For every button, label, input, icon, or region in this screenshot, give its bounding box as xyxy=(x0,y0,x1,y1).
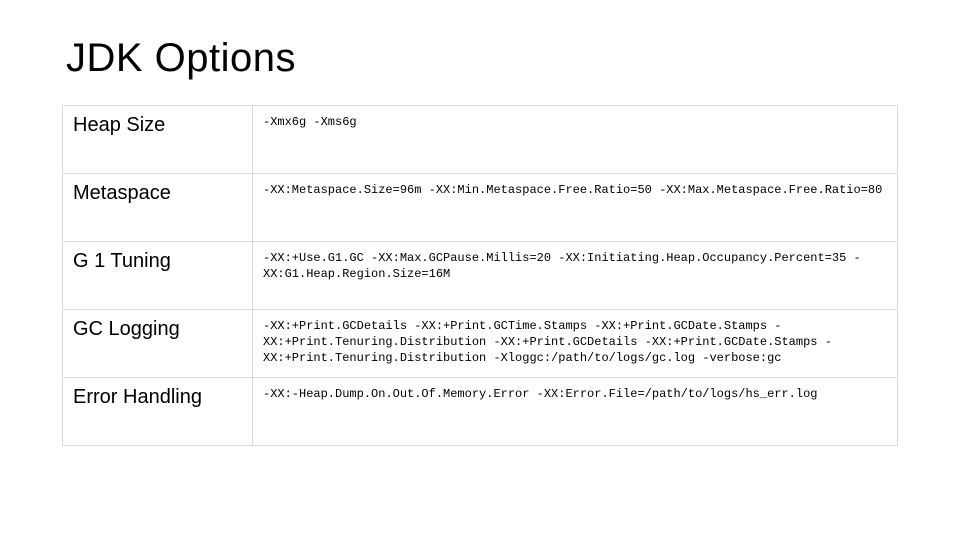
row-label: Heap Size xyxy=(63,106,253,174)
row-value: -XX:Metaspace.Size=96m -XX:Min.Metaspace… xyxy=(253,174,898,242)
row-value: -Xmx6g -Xms6g xyxy=(253,106,898,174)
row-label: Error Handling xyxy=(63,378,253,446)
row-label: Metaspace xyxy=(63,174,253,242)
table-row: G 1 Tuning -XX:+Use.G1.GC -XX:Max.GCPaus… xyxy=(63,242,898,310)
row-value: -XX:+Use.G1.GC -XX:Max.GCPause.Millis=20… xyxy=(253,242,898,310)
table-row: Metaspace -XX:Metaspace.Size=96m -XX:Min… xyxy=(63,174,898,242)
slide: JDK Options Heap Size -Xmx6g -Xms6g Meta… xyxy=(0,0,960,446)
row-label: GC Logging xyxy=(63,310,253,378)
table-row: Heap Size -Xmx6g -Xms6g xyxy=(63,106,898,174)
row-value: -XX:-Heap.Dump.On.Out.Of.Memory.Error -X… xyxy=(253,378,898,446)
row-value: -XX:+Print.GCDetails -XX:+Print.GCTime.S… xyxy=(253,310,898,378)
table-row: Error Handling -XX:-Heap.Dump.On.Out.Of.… xyxy=(63,378,898,446)
options-table: Heap Size -Xmx6g -Xms6g Metaspace -XX:Me… xyxy=(62,105,898,446)
table-row: GC Logging -XX:+Print.GCDetails -XX:+Pri… xyxy=(63,310,898,378)
page-title: JDK Options xyxy=(66,36,898,81)
row-label: G 1 Tuning xyxy=(63,242,253,310)
